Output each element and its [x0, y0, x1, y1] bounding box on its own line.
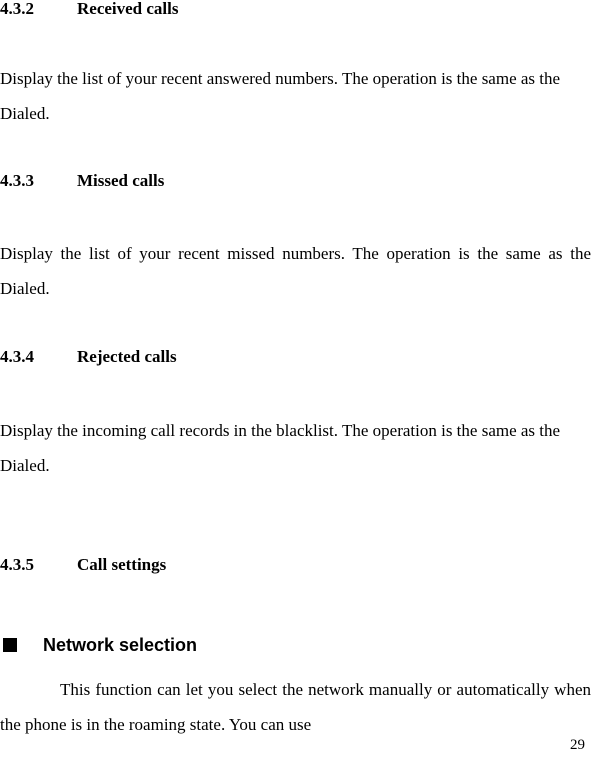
section-body-4-3-3: Display the list of your recent missed n… [0, 236, 591, 306]
section-heading-4-3-4: 4.3.4 Rejected calls [0, 346, 591, 367]
section-body-4-3-4: Display the incoming call records in the… [0, 413, 591, 483]
section-title: Rejected calls [77, 347, 177, 366]
section-heading-4-3-2: 4.3.2 Received calls [0, 0, 591, 19]
paragraph-text: Display the list of your recent answered… [0, 69, 561, 123]
bullet-heading-label: Network selection [43, 635, 198, 655]
section-number: 4.3.2 [0, 0, 34, 18]
paragraph-text: This function can let you select the net… [0, 680, 591, 734]
section-heading-4-3-5: 4.3.5 Call settings [0, 554, 591, 575]
section-body-4-3-2: Display the list of your recent answered… [0, 61, 591, 131]
paragraph-text: Display the list of your recent missed n… [0, 244, 591, 298]
bullet-heading-network-selection: Network selection [0, 634, 591, 656]
section-heading-4-3-3: 4.3.3 Missed calls [0, 170, 591, 191]
section-number: 4.3.5 [0, 555, 34, 574]
section-number: 4.3.3 [0, 171, 34, 190]
section-title: Received calls [77, 0, 179, 18]
section-title: Missed calls [77, 171, 165, 190]
filled-square-bullet-icon [3, 638, 17, 652]
section-title: Call settings [77, 555, 167, 574]
document-page: 4.3.2 Received calls Display the list of… [0, 0, 591, 757]
section-body-4-3-5: This function can let you select the net… [0, 672, 591, 742]
page-number: 29 [570, 737, 585, 753]
paragraph-text: Display the incoming call records in the… [0, 421, 561, 475]
section-number: 4.3.4 [0, 347, 34, 366]
